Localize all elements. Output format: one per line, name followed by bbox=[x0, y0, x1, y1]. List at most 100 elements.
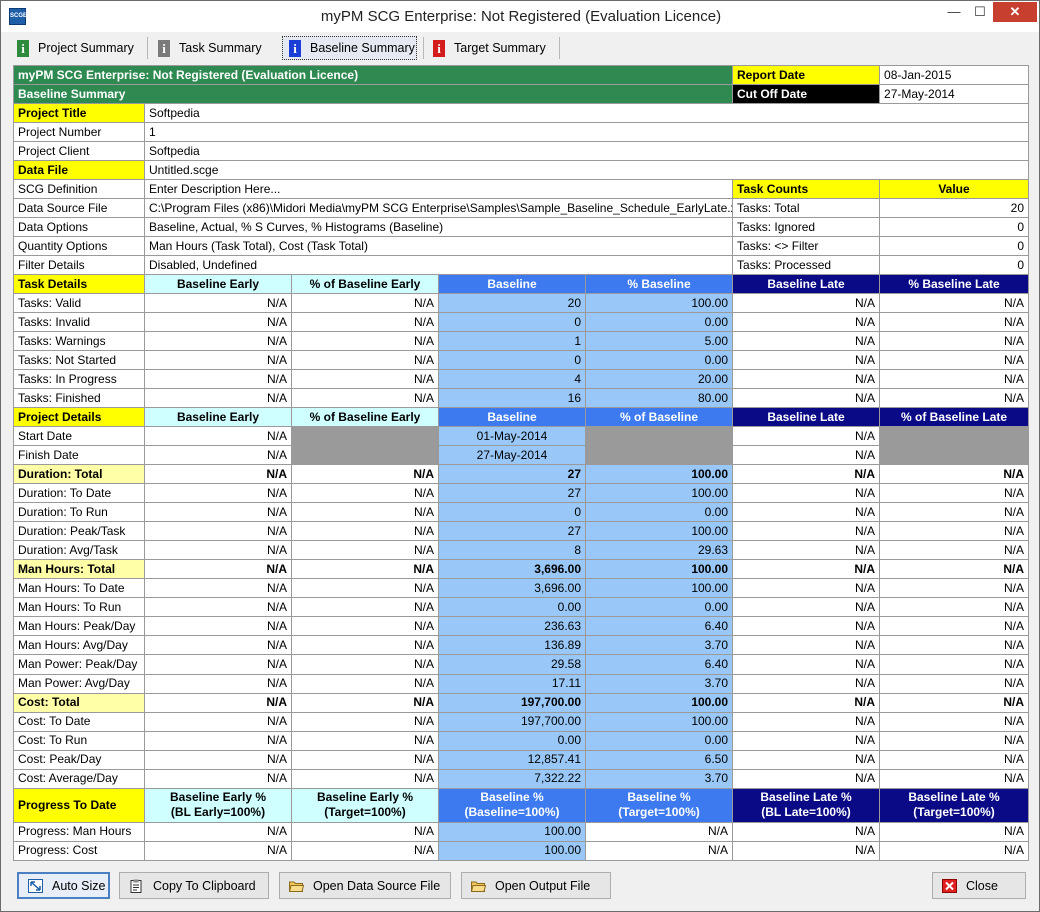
value-cell: 0 bbox=[438, 350, 586, 371]
value-cell: N/A bbox=[732, 654, 881, 675]
value-cell: N/A bbox=[732, 502, 881, 523]
task-count-label: Tasks: Ignored bbox=[732, 217, 881, 238]
table-row: Tasks: Not Started N/A N/A 0 0.00 N/A N/A bbox=[13, 350, 1030, 371]
auto-size-label: Auto Size bbox=[52, 878, 106, 893]
value-cell: 8 bbox=[438, 540, 586, 561]
tab-task-summary[interactable]: i Task Summary bbox=[152, 36, 276, 60]
value-cell: N/A bbox=[144, 673, 292, 694]
table-row: Man Power: Peak/Day N/A N/A 29.58 6.40 N/A N/A bbox=[13, 654, 1030, 675]
header-line: Baseline Late % bbox=[908, 790, 1000, 805]
close-button[interactable]: Close bbox=[932, 872, 1026, 899]
project-details-header: Project Details bbox=[13, 407, 145, 428]
close-label: Close bbox=[966, 878, 998, 893]
total-value: N/A bbox=[732, 692, 881, 713]
total-label: Cost: Total bbox=[13, 692, 145, 713]
auto-size-button[interactable]: Auto Size bbox=[17, 872, 110, 899]
open-data-source-label: Open Data Source File bbox=[313, 878, 441, 893]
value-cell: 4 bbox=[438, 369, 586, 390]
info-row: Filter Details Disabled, Undefined Tasks… bbox=[13, 255, 1030, 276]
maximize-button[interactable]: ☐ bbox=[967, 2, 993, 22]
value-cell: N/A bbox=[879, 331, 1030, 352]
value-cell: N/A bbox=[291, 654, 439, 675]
value-cell: N/A bbox=[732, 840, 881, 862]
column-header: Baseline bbox=[438, 274, 586, 295]
value-cell: N/A bbox=[879, 502, 1030, 523]
value-cell: N/A bbox=[732, 749, 881, 770]
tab-baseline-summary[interactable]: i Baseline Summary bbox=[282, 36, 417, 60]
quantity-options-value: Man Hours (Task Total), Cost (Task Total… bbox=[143, 236, 734, 257]
tab-separator bbox=[423, 37, 424, 59]
row-label: Man Hours: Peak/Day bbox=[13, 616, 145, 637]
task-count-value: 20 bbox=[879, 198, 1030, 219]
progress-header: Progress To Date bbox=[13, 787, 145, 823]
table-row: Duration: To Date N/A N/A 27 100.00 N/A N/A bbox=[13, 483, 1030, 504]
resize-icon bbox=[28, 878, 43, 893]
value-cell: 0 bbox=[438, 312, 586, 333]
header-row: myPM SCG Enterprise: Not Registered (Eva… bbox=[12, 64, 1030, 86]
app-line-cell: myPM SCG Enterprise: Not Registered (Eva… bbox=[12, 64, 734, 86]
value-cell: N/A bbox=[144, 331, 292, 352]
value-cell: 197,700.00 bbox=[438, 711, 586, 732]
value-cell: N/A bbox=[144, 350, 292, 371]
progress-header-row: Progress To Date Baseline Early % (BL Earl… bbox=[13, 787, 1030, 823]
value-cell: N/A bbox=[291, 821, 439, 842]
project-title-label: Project Title bbox=[13, 103, 145, 124]
value-cell: 0.00 bbox=[584, 730, 734, 751]
cut-off-date-label: Cut Off Date bbox=[732, 84, 881, 105]
report-date-value: 08-Jan-2015 bbox=[879, 64, 1030, 86]
table-row: Tasks: Warnings N/A N/A 1 5.00 N/A N/A bbox=[13, 331, 1030, 352]
total-value: N/A bbox=[144, 692, 292, 713]
column-header: % Baseline bbox=[584, 274, 734, 295]
value-cell: N/A bbox=[732, 312, 881, 333]
open-data-source-button[interactable]: Open Data Source File bbox=[279, 872, 451, 899]
tab-label: Project Summary bbox=[38, 41, 134, 55]
value-cell: 100.00 bbox=[438, 821, 586, 842]
value-cell: N/A bbox=[291, 616, 439, 637]
main-window: SCGE myPM SCG Enterprise: Not Registered… bbox=[0, 0, 1040, 912]
value-cell: 136.89 bbox=[438, 635, 586, 656]
copy-to-clipboard-button[interactable]: Copy To Clipboard bbox=[119, 872, 269, 899]
value-cell: N/A bbox=[291, 502, 439, 523]
value-cell: N/A bbox=[144, 369, 292, 390]
column-header: Baseline Early % (Target=100%) bbox=[291, 787, 439, 823]
value-cell: N/A bbox=[144, 521, 292, 542]
value-cell: N/A bbox=[732, 521, 881, 542]
minimize-button[interactable]: — bbox=[941, 2, 967, 22]
row-label: Man Hours: To Date bbox=[13, 578, 145, 599]
section-title: Baseline Summary bbox=[12, 84, 734, 105]
value-cell: 3.70 bbox=[584, 768, 734, 789]
empty-cell bbox=[291, 445, 439, 466]
value-cell: N/A bbox=[144, 654, 292, 675]
table-row: Man Hours: Peak/Day N/A N/A 236.63 6.40 N/A N/… bbox=[13, 616, 1030, 637]
total-value: N/A bbox=[879, 559, 1030, 580]
window-close-button[interactable]: ✕ bbox=[993, 2, 1037, 22]
value-cell: N/A bbox=[879, 711, 1030, 732]
column-header: Baseline Early % (BL Early=100%) bbox=[144, 787, 292, 823]
tab-target-summary[interactable]: i Target Summary bbox=[427, 36, 557, 60]
header-subline: (Target=100%) bbox=[913, 805, 995, 820]
row-label: Progress: Cost bbox=[13, 840, 145, 862]
open-output-file-button[interactable]: Open Output File bbox=[461, 872, 611, 899]
open-output-label: Open Output File bbox=[495, 878, 591, 893]
tab-project-summary[interactable]: i Project Summary bbox=[11, 36, 139, 60]
total-value: 100.00 bbox=[584, 464, 734, 485]
quantity-options-label: Quantity Options bbox=[13, 236, 145, 257]
value-cell: N/A bbox=[732, 821, 881, 842]
project-client-label: Project Client bbox=[13, 141, 145, 162]
project-number-label: Project Number bbox=[13, 122, 145, 143]
title-bar: SCGE myPM SCG Enterprise: Not Registered… bbox=[1, 1, 1039, 32]
value-cell: 100.00 bbox=[584, 521, 734, 542]
value-cell: N/A bbox=[144, 730, 292, 751]
value-cell: 27 bbox=[438, 483, 586, 504]
row-label: Tasks: Not Started bbox=[13, 350, 145, 371]
table-row: Man Hours: To Run N/A N/A 0.00 0.00 N/A N/A bbox=[13, 597, 1030, 618]
row-label: Tasks: Warnings bbox=[13, 331, 145, 352]
total-row: Duration: Total N/A N/A 27 100.00 N/A N/A bbox=[13, 464, 1030, 485]
value-cell: N/A bbox=[291, 768, 439, 789]
info-row: Data Options Baseline, Actual, % S Curve… bbox=[13, 217, 1030, 238]
window-title: myPM SCG Enterprise: Not Registered (Eva… bbox=[320, 8, 722, 25]
value-cell: 01-May-2014 bbox=[438, 426, 586, 447]
value-cell: N/A bbox=[879, 768, 1030, 789]
scg-definition-value: Enter Description Here... bbox=[143, 179, 734, 200]
value-cell: N/A bbox=[144, 635, 292, 656]
